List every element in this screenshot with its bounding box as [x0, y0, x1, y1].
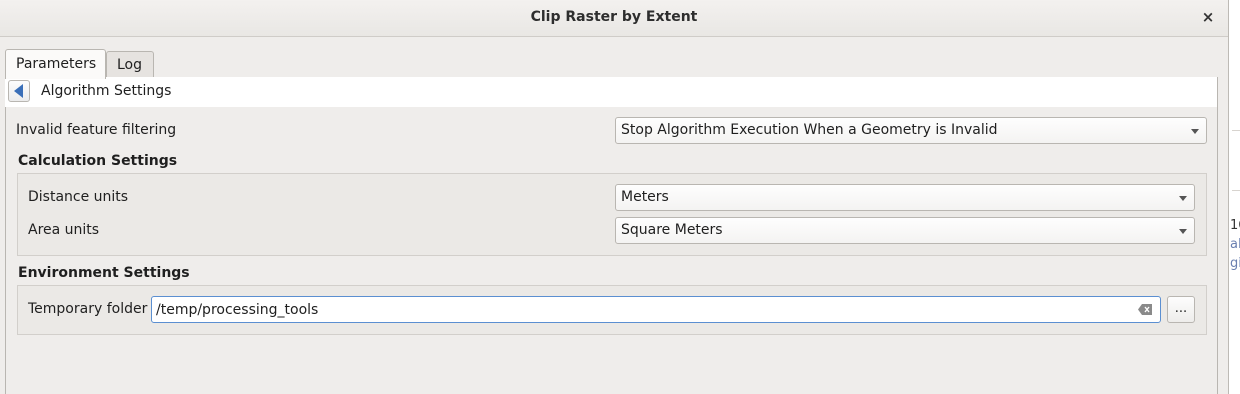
clear-icon[interactable]	[1138, 304, 1152, 315]
distance-units-label: Distance units	[28, 189, 129, 205]
dialog-title: Clip Raster by Extent	[530, 9, 698, 25]
background-separator	[1232, 190, 1240, 191]
title-bar[interactable]: Clip Raster by Extent ×	[0, 0, 1228, 37]
background-window-edge: 16 aM gir	[1228, 0, 1240, 394]
breadcrumb: Algorithm Settings	[5, 77, 1217, 107]
background-text: gir	[1230, 256, 1240, 271]
invalid-filtering-label: Invalid feature filtering	[16, 122, 177, 138]
back-arrow-icon	[14, 84, 23, 98]
clip-raster-dialog: Clip Raster by Extent × Parameters Log A…	[0, 0, 1229, 394]
invalid-filtering-select[interactable]: Stop Algorithm Execution When a Geometry…	[615, 117, 1207, 144]
browse-button[interactable]: ...	[1167, 296, 1195, 323]
back-button[interactable]	[8, 80, 30, 102]
area-units-label: Area units	[28, 222, 100, 238]
temporary-folder-label: Temporary folder	[28, 301, 148, 317]
chevron-down-icon	[1191, 129, 1199, 134]
breadcrumb-label: Algorithm Settings	[41, 83, 172, 99]
invalid-filtering-value: Stop Algorithm Execution When a Geometry…	[621, 122, 998, 138]
background-text: aM	[1230, 237, 1240, 252]
temporary-folder-input[interactable]	[156, 300, 1126, 319]
tab-parameters[interactable]: Parameters	[5, 49, 106, 79]
distance-units-select[interactable]: Meters	[615, 184, 1195, 211]
chevron-down-icon	[1179, 229, 1187, 234]
close-button[interactable]: ×	[1198, 7, 1218, 27]
environment-settings-heading: Environment Settings	[18, 265, 190, 281]
calculation-settings-heading: Calculation Settings	[18, 153, 178, 169]
tab-log[interactable]: Log	[106, 51, 154, 77]
area-units-value: Square Meters	[621, 222, 723, 238]
chevron-down-icon	[1179, 196, 1187, 201]
area-units-select[interactable]: Square Meters	[615, 217, 1195, 244]
background-text: 16	[1230, 218, 1240, 233]
background-separator	[1232, 130, 1240, 131]
distance-units-value: Meters	[621, 189, 669, 205]
temporary-folder-field[interactable]	[151, 296, 1161, 323]
